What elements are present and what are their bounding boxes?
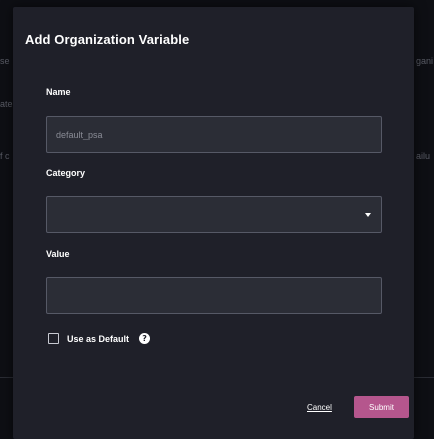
value-field-container <box>46 277 382 314</box>
background-text-fragment: se <box>0 56 10 66</box>
add-organization-variable-modal: Add Organization Variable Name Category … <box>13 7 414 439</box>
use-as-default-label[interactable]: Use as Default <box>67 334 129 344</box>
value-input[interactable] <box>47 278 381 313</box>
question-circle-icon[interactable]: ? <box>139 333 151 344</box>
submit-button[interactable]: Submit <box>354 396 409 418</box>
cancel-button[interactable]: Cancel <box>307 403 332 412</box>
background-text-fragment: f c <box>0 151 10 161</box>
background-text-fragment: ailu <box>416 151 431 161</box>
value-label: Value <box>46 249 70 259</box>
use-as-default-row: Use as Default ? <box>48 333 151 344</box>
name-field-container <box>46 116 382 153</box>
category-select[interactable] <box>46 196 382 233</box>
use-as-default-checkbox[interactable] <box>48 333 59 344</box>
modal-title: Add Organization Variable <box>25 32 190 47</box>
category-label: Category <box>46 168 86 178</box>
background-text-fragment: gani <box>416 56 434 66</box>
background-text-fragment: ate <box>0 99 13 109</box>
name-input[interactable] <box>47 117 381 152</box>
name-label: Name <box>46 87 71 97</box>
caret-down-icon <box>365 213 371 217</box>
